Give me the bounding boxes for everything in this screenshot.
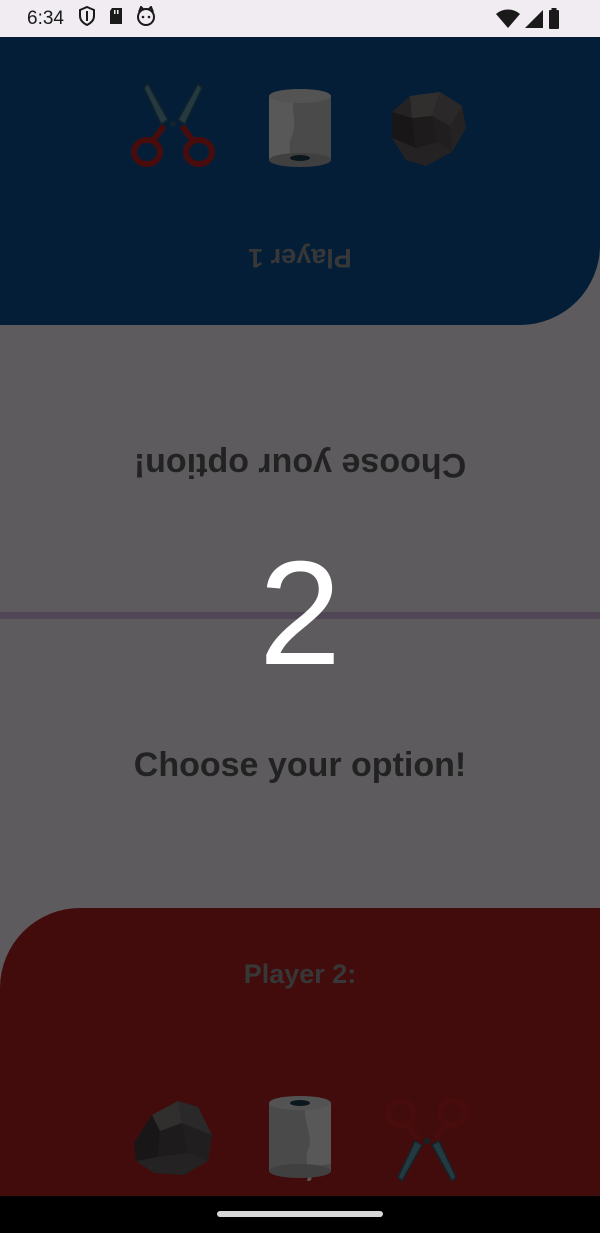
shield-icon	[78, 5, 96, 31]
rock-icon	[134, 1101, 212, 1175]
sd-card-icon	[108, 7, 124, 30]
navigation-bar	[0, 1196, 600, 1233]
player2-scissors-option[interactable]	[382, 1093, 472, 1183]
player2-rock-option[interactable]	[128, 1093, 218, 1183]
signal-icon	[524, 9, 544, 34]
cat-face-icon	[136, 5, 156, 31]
home-gesture-handle[interactable]	[217, 1211, 383, 1217]
toilet-paper-icon	[269, 89, 331, 167]
toilet-paper-icon	[269, 1096, 331, 1181]
player2-options	[0, 1093, 600, 1183]
scissors-icon	[385, 1098, 469, 1183]
status-icons-right	[496, 8, 560, 35]
player2-label: Player 2:	[243, 959, 357, 989]
status-time: 6:34	[27, 7, 64, 29]
wifi-icon	[496, 9, 520, 34]
rock-icon	[392, 92, 466, 166]
player1-scissors-option[interactable]	[128, 82, 218, 172]
player1-panel: Player 1	[0, 37, 600, 325]
player1-paper-option[interactable]	[255, 82, 345, 172]
scissors-icon	[131, 82, 215, 167]
player1-prompt: Choose your option!	[133, 446, 467, 484]
player1-options	[0, 82, 600, 172]
player2-paper-option[interactable]	[255, 1093, 345, 1183]
battery-icon	[548, 8, 560, 35]
status-icons-left	[78, 5, 156, 31]
status-bar: 6:34	[0, 0, 600, 37]
player1-rock-option[interactable]	[382, 82, 472, 172]
player2-prompt: Choose your option!	[133, 746, 467, 784]
player2-panel: Player 2:	[0, 908, 600, 1196]
player1-label: Player 1	[248, 243, 352, 273]
countdown-number: 2	[258, 531, 342, 696]
